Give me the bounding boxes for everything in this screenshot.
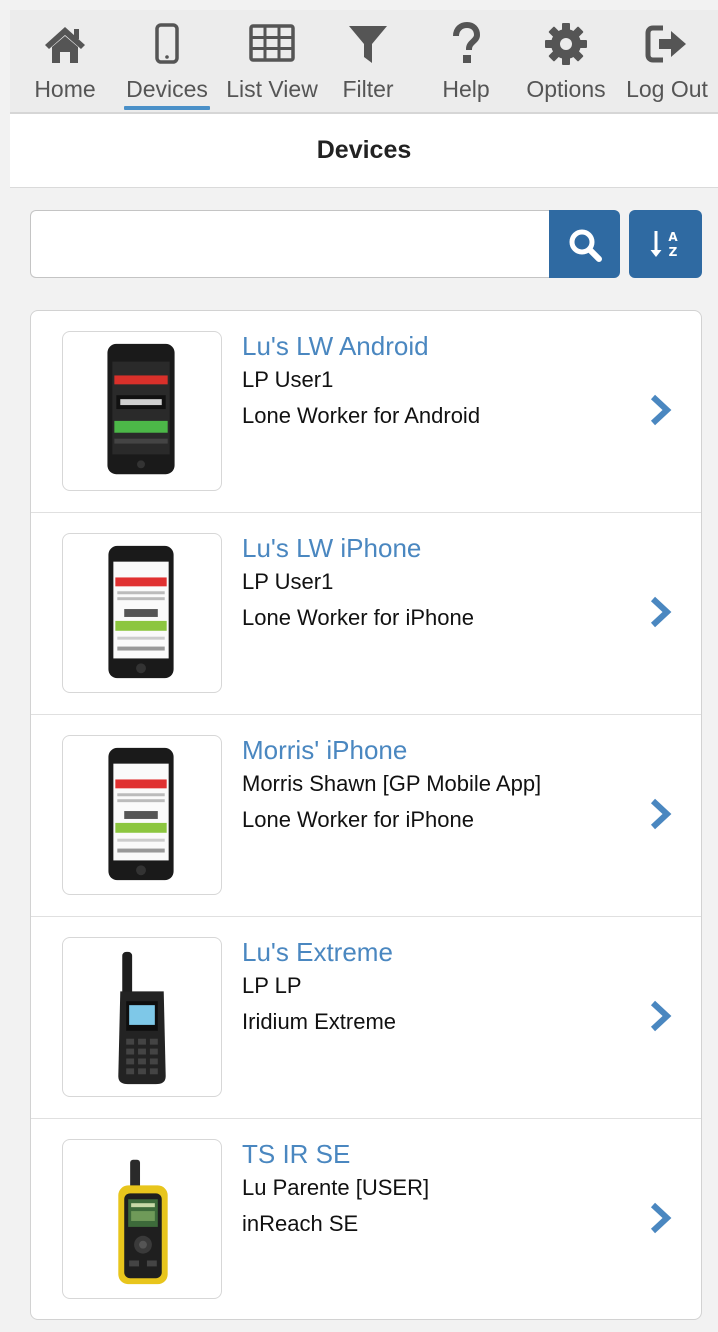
search-button[interactable]: [549, 210, 620, 278]
device-row[interactable]: Lu's LW iPhone LP User1 Lone Worker for …: [31, 513, 701, 715]
device-type: Lone Worker for iPhone: [242, 807, 474, 832]
nav-home[interactable]: Home: [10, 10, 120, 114]
device-type: inReach SE: [242, 1211, 359, 1236]
home-icon: [45, 27, 85, 63]
device-name[interactable]: Lu's LW iPhone: [242, 533, 421, 564]
chevron-right-icon: [650, 596, 672, 628]
active-tab-indicator: [124, 106, 210, 110]
device-name[interactable]: Morris' iPhone: [242, 735, 407, 766]
device-type: Iridium Extreme: [242, 1009, 397, 1034]
android-phone-image: [62, 331, 222, 491]
satellite-phone-image: [62, 937, 222, 1097]
nav-log-out-label: Log Out: [626, 76, 708, 102]
top-nav-bar: Home Devices List View Filter Help Optio…: [10, 10, 718, 114]
sort-az-button[interactable]: A Z: [629, 210, 702, 278]
grid-icon: [249, 24, 295, 62]
nav-list-view-label: List View: [226, 76, 318, 102]
mobile-phone-icon: [155, 23, 179, 64]
page-title: Devices: [316, 136, 412, 164]
nav-filter[interactable]: Filter: [332, 10, 404, 114]
device-type: Lone Worker for Android: [242, 403, 481, 428]
device-user: Morris Shawn [GP Mobile App]: [242, 771, 542, 796]
filter-icon: [349, 26, 387, 63]
sign-out-icon: [645, 25, 686, 63]
page-title-bar: Devices: [10, 114, 718, 188]
device-user: LP User1: [242, 569, 334, 594]
search-input[interactable]: [30, 210, 550, 278]
device-list: Lu's LW Android LP User1 Lone Worker for…: [30, 310, 702, 1320]
device-name[interactable]: Lu's Extreme: [242, 937, 393, 968]
nav-home-label: Home: [34, 76, 96, 102]
device-row[interactable]: TS IR SE Lu Parente [USER] inReach SE: [31, 1119, 701, 1319]
device-type: Lone Worker for iPhone: [242, 605, 474, 630]
question-icon: [453, 21, 481, 63]
nav-list-view[interactable]: List View: [220, 10, 324, 114]
chevron-right-icon: [650, 1202, 672, 1234]
iphone-image: [62, 533, 222, 693]
nav-help-label: Help: [442, 76, 490, 102]
nav-log-out[interactable]: Log Out: [622, 10, 712, 114]
chevron-right-icon: [650, 394, 672, 426]
svg-text:A: A: [668, 230, 678, 244]
nav-options[interactable]: Options: [516, 10, 616, 114]
nav-devices[interactable]: Devices: [120, 10, 214, 114]
nav-filter-label: Filter: [342, 76, 394, 102]
nav-devices-label: Devices: [126, 76, 208, 102]
device-row[interactable]: Morris' iPhone Morris Shawn [GP Mobile A…: [31, 715, 701, 917]
device-name[interactable]: TS IR SE: [242, 1139, 350, 1170]
sort-alpha-icon: A Z: [650, 230, 678, 259]
iphone-image: [62, 735, 222, 895]
gps-device-image: [62, 1139, 222, 1299]
device-user: Lu Parente [USER]: [242, 1175, 430, 1200]
nav-help[interactable]: Help: [430, 10, 502, 114]
device-user: LP User1: [242, 367, 334, 392]
chevron-right-icon: [650, 798, 672, 830]
chevron-right-icon: [650, 1000, 672, 1032]
device-row[interactable]: Lu's Extreme LP LP Iridium Extreme: [31, 917, 701, 1119]
search-icon: [569, 229, 602, 262]
svg-text:Z: Z: [669, 245, 678, 259]
device-row[interactable]: Lu's LW Android LP User1 Lone Worker for…: [31, 311, 701, 513]
nav-options-label: Options: [526, 76, 606, 102]
gear-icon: [545, 23, 587, 65]
device-name[interactable]: Lu's LW Android: [242, 331, 429, 362]
device-user: LP LP: [242, 973, 302, 998]
